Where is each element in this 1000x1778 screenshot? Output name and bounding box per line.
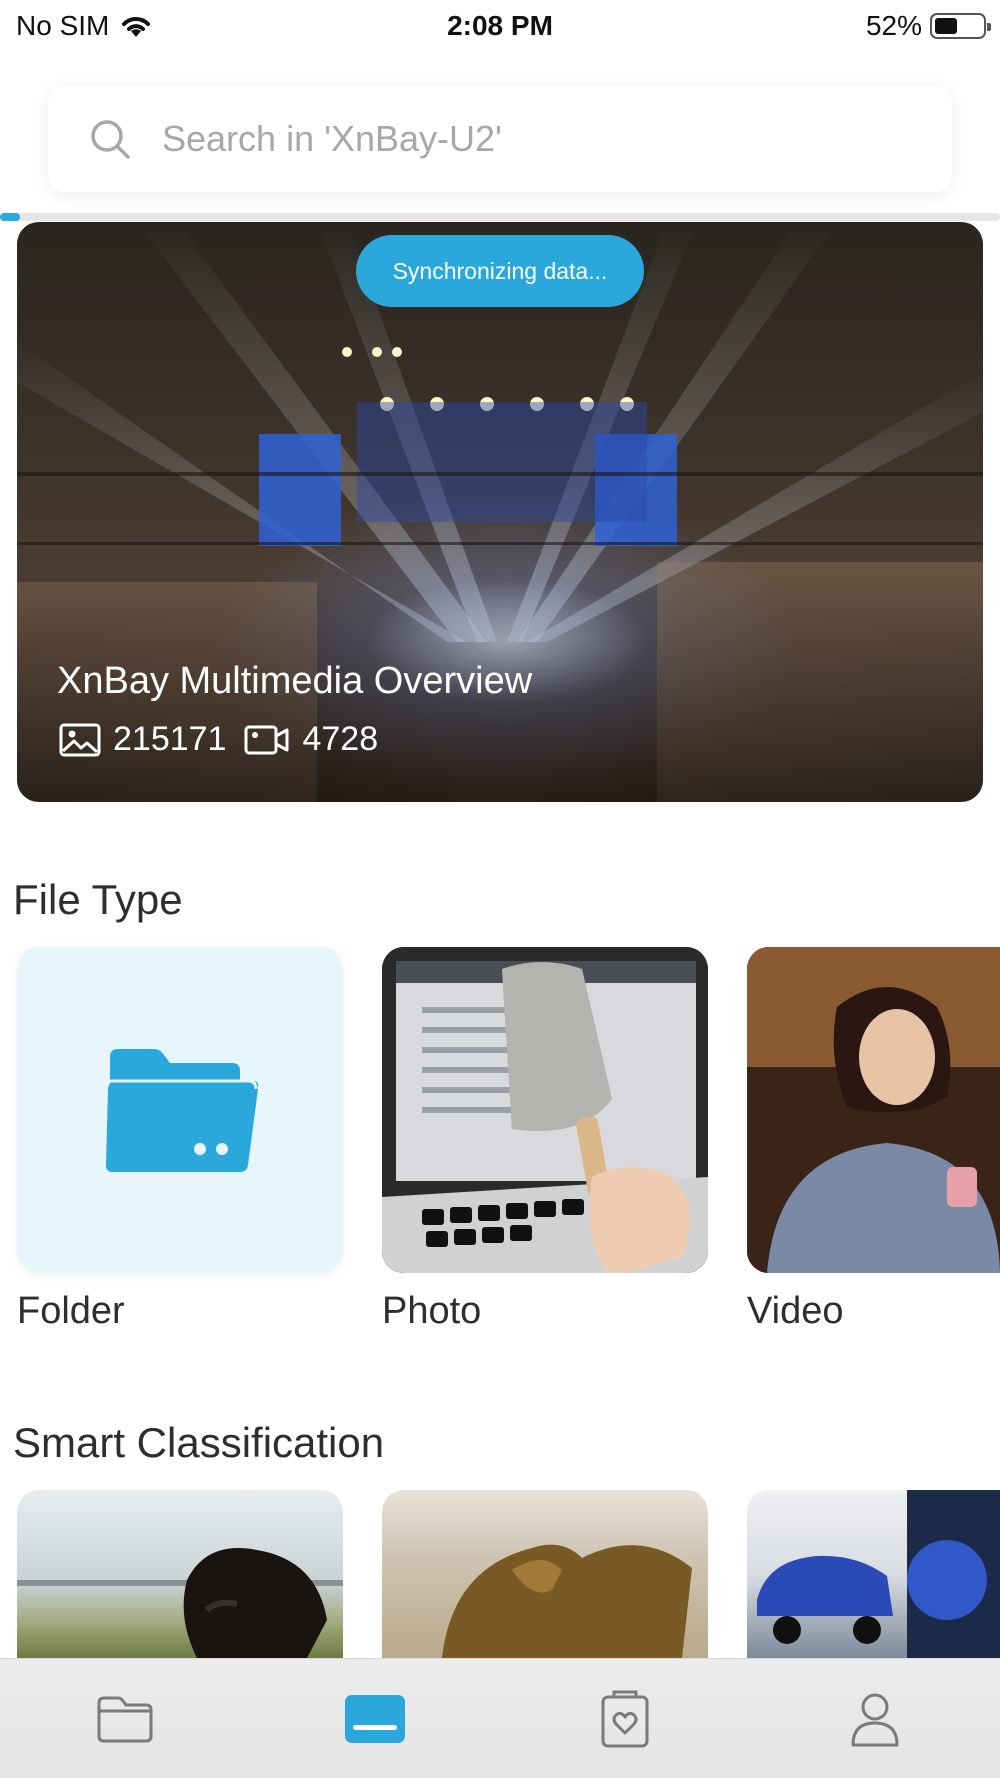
video-icon	[244, 725, 289, 754]
file-type-photo-card[interactable]	[382, 947, 708, 1273]
smart-category-card[interactable]	[382, 1490, 708, 1658]
video-count: 4728	[302, 720, 379, 758]
smart-thumbnail	[17, 1548, 343, 1658]
photo-count: 215171	[113, 720, 227, 758]
tab-profile[interactable]	[815, 1669, 935, 1769]
search-bar[interactable]	[48, 86, 952, 192]
hero-stats: 215171 4728	[59, 720, 378, 759]
smart-thumbnail	[757, 1490, 1000, 1658]
sync-progress-bar	[0, 213, 1000, 221]
drive-icon	[345, 1694, 405, 1743]
smart-category-card[interactable]	[747, 1490, 1000, 1658]
file-type-video-card[interactable]	[747, 947, 1000, 1273]
smart-thumbnail	[442, 1544, 692, 1658]
person-icon	[851, 1693, 899, 1746]
tab-bar	[0, 1658, 1000, 1778]
battery-percent: 52%	[865, 10, 922, 41]
status-right: 52%	[865, 10, 991, 42]
folder-icon	[104, 1049, 258, 1172]
hero-title: XnBay Multimedia Overview	[57, 660, 533, 702]
photo-icon	[59, 723, 101, 756]
video-thumbnail	[747, 947, 1000, 1273]
sync-status-pill: Synchronizing data...	[356, 235, 644, 307]
file-type-heading: File Type	[13, 876, 183, 923]
folder-icon	[97, 1696, 153, 1742]
app-screen: No SIM 2:08 PM 52% Search in 'XnBay-U2' …	[0, 0, 1000, 1778]
tab-files[interactable]	[65, 1669, 185, 1769]
tab-drive[interactable]	[315, 1669, 435, 1769]
battery-icon	[930, 13, 991, 39]
sync-progress-fill	[0, 213, 20, 221]
smart-classification-heading: Smart Classification	[13, 1419, 385, 1466]
search-icon	[91, 120, 130, 159]
multimedia-overview-card[interactable]: Synchronizing data... XnBay Multimedia O…	[17, 222, 983, 802]
smart-category-card[interactable]	[17, 1490, 343, 1658]
tab-favorites[interactable]	[565, 1669, 685, 1769]
file-type-video-label: Video	[747, 1290, 844, 1332]
search-input[interactable]	[162, 118, 842, 160]
status-bar: No SIM 2:08 PM 52%	[0, 0, 1000, 52]
file-type-folder-label: Folder	[17, 1290, 125, 1332]
file-type-folder-card[interactable]	[17, 947, 343, 1273]
status-time: 2:08 PM	[447, 10, 553, 41]
file-type-photo-label: Photo	[382, 1290, 482, 1332]
photo-thumbnail	[382, 947, 708, 1273]
favorites-icon	[601, 1690, 649, 1747]
